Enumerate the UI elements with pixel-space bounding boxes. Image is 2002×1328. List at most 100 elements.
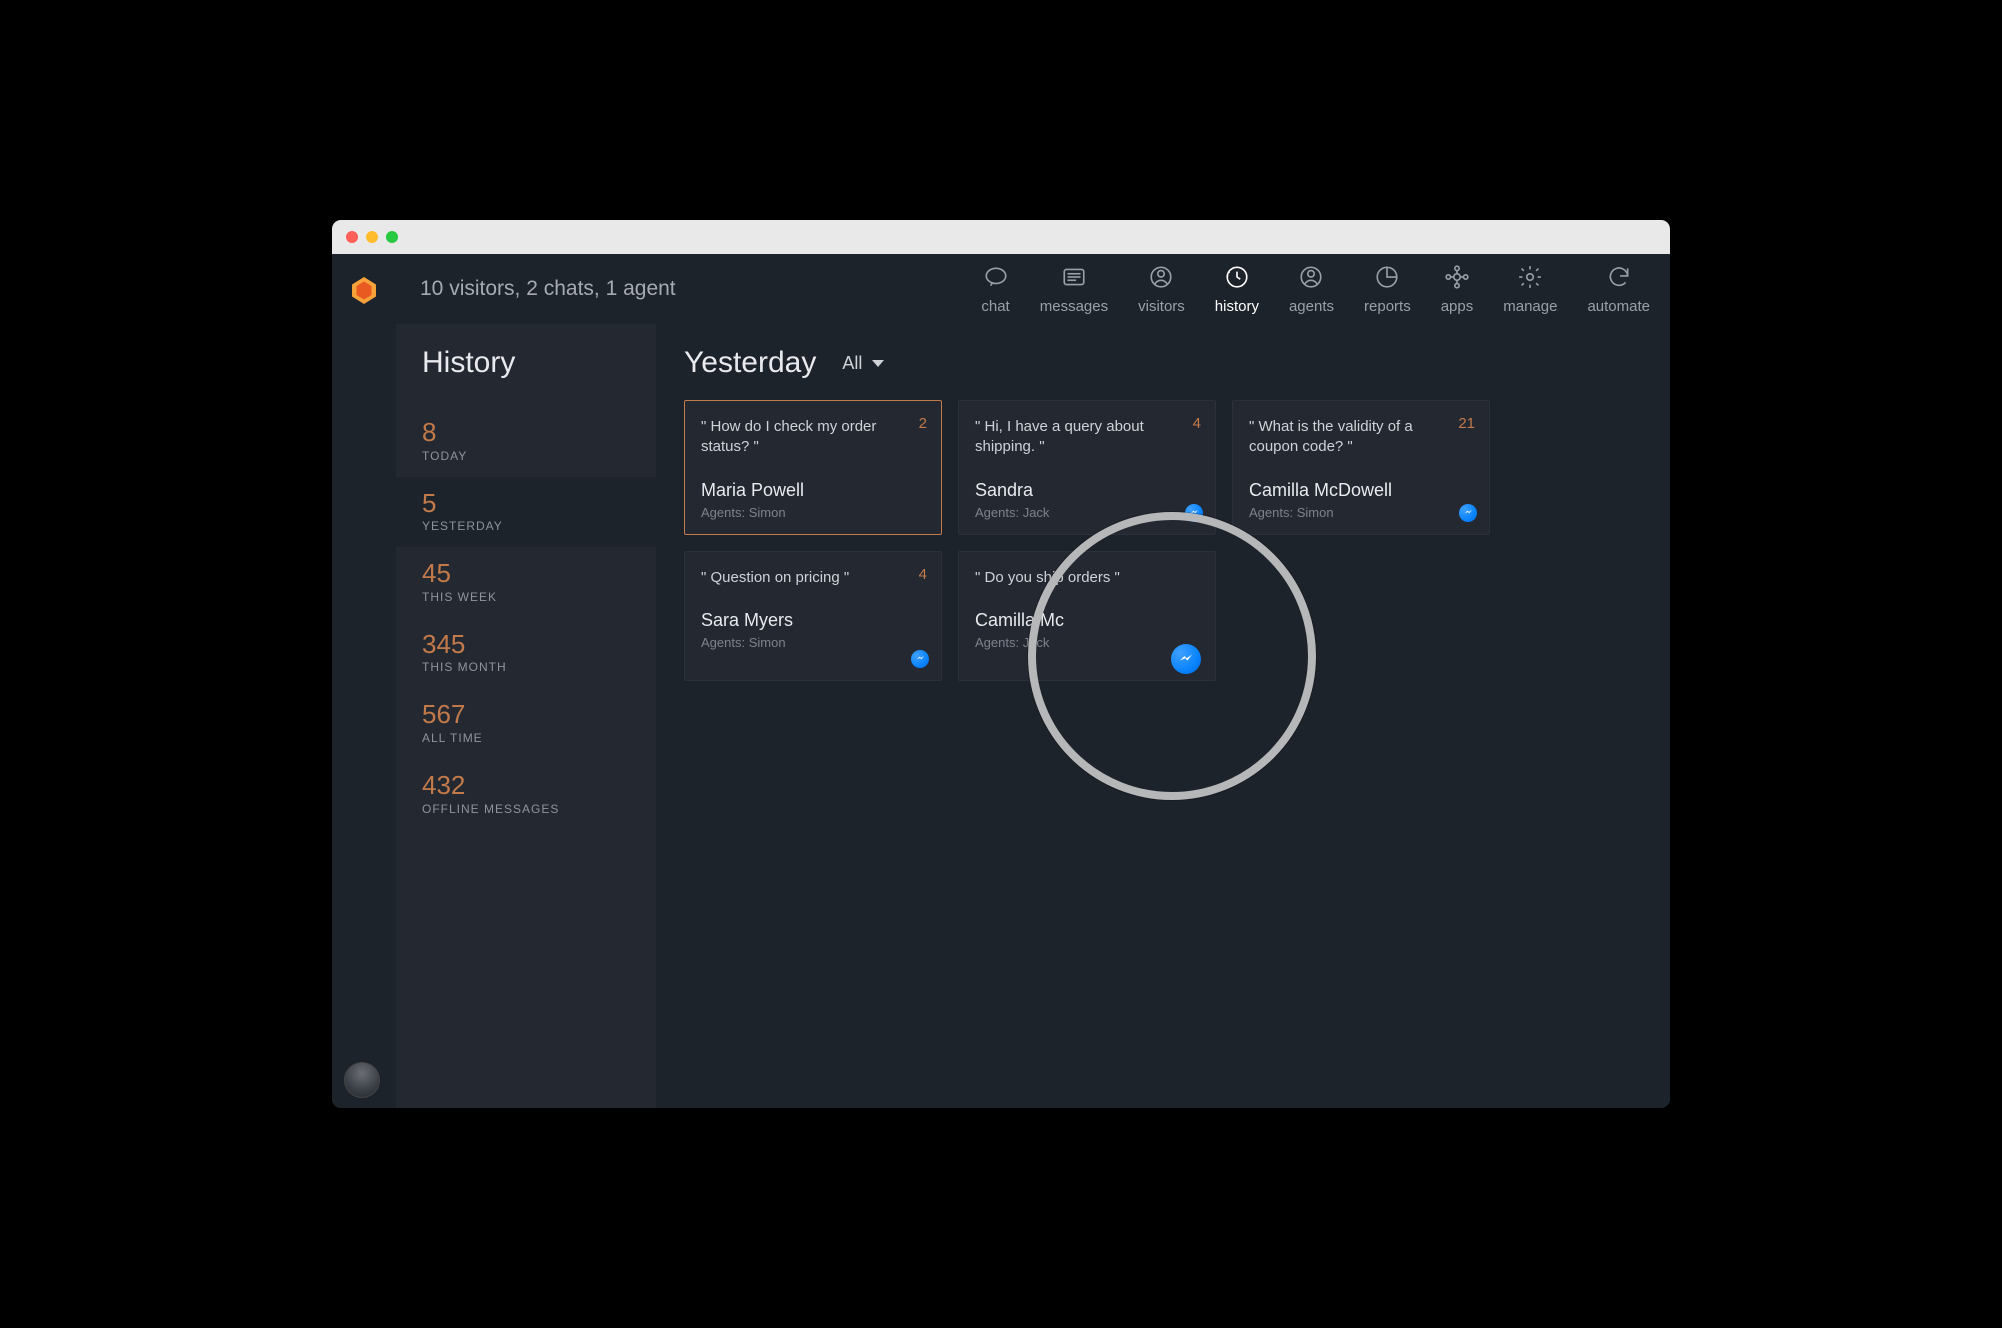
reports-icon <box>1374 264 1400 294</box>
card-visitor-name: Sandra <box>975 480 1199 501</box>
history-icon <box>1224 264 1250 294</box>
top-nav: chat messages visitors history agents reports… <box>981 264 1650 315</box>
nav-history[interactable]: history <box>1215 264 1259 315</box>
card-quote: " Question on pricing " <box>701 568 925 588</box>
fox-logo-icon <box>349 274 379 304</box>
macos-titlebar <box>332 220 1670 254</box>
chat-card[interactable]: " How do I check my order status? " 2 Ma… <box>684 400 942 535</box>
messenger-icon <box>1459 504 1477 522</box>
sidebar-count: 45 <box>422 559 630 588</box>
sidebar-count: 432 <box>422 771 630 800</box>
nav-label: agents <box>1289 298 1334 315</box>
sidebar-label: THIS WEEK <box>422 590 630 604</box>
chat-card[interactable]: " What is the validity of a coupon code?… <box>1232 400 1490 535</box>
window-minimize-button[interactable] <box>366 231 378 243</box>
card-agent: Agents: Jack <box>975 505 1199 520</box>
messenger-icon <box>1171 644 1201 674</box>
nav-label: chat <box>981 298 1009 315</box>
messages-icon <box>1061 264 1087 294</box>
apps-icon <box>1444 264 1470 294</box>
left-rail <box>332 324 396 1108</box>
nav-visitors[interactable]: visitors <box>1138 264 1185 315</box>
nav-automate[interactable]: automate <box>1587 264 1650 315</box>
card-agent: Agents: Jack <box>975 635 1199 650</box>
sidebar-item-offline-messages[interactable]: 432 OFFLINE MESSAGES <box>422 759 630 830</box>
sidebar-item-this-week[interactable]: 45 THIS WEEK <box>422 547 630 618</box>
sidebar-item-today[interactable]: 8 TODAY <box>422 406 630 477</box>
automate-icon <box>1606 264 1632 294</box>
main-header: Yesterday All <box>684 346 1642 380</box>
main-content: Yesterday All " How do I check my order … <box>656 324 1670 1108</box>
nav-label: automate <box>1587 298 1650 315</box>
visitors-icon <box>1148 264 1174 294</box>
nav-label: manage <box>1503 298 1557 315</box>
messenger-icon <box>1185 504 1203 522</box>
app-root: 10 visitors, 2 chats, 1 agent chat messag… <box>332 254 1670 1108</box>
nav-label: visitors <box>1138 298 1185 315</box>
sidebar-item-this-month[interactable]: 345THIS MONTH <box>422 618 630 689</box>
nav-label: messages <box>1040 298 1108 315</box>
card-count: 4 <box>919 566 927 583</box>
sidebar-label: TODAY <box>422 449 630 463</box>
messenger-badge <box>911 650 929 668</box>
app-window: 10 visitors, 2 chats, 1 agent chat messag… <box>331 219 1671 1109</box>
nav-chat[interactable]: chat <box>981 264 1009 315</box>
card-quote: " Do you ship orders " <box>975 568 1199 588</box>
main-title: Yesterday <box>684 346 816 380</box>
window-maximize-button[interactable] <box>386 231 398 243</box>
sidebar-item-yesterday[interactable]: 5YESTERDAY <box>396 477 656 548</box>
nav-apps[interactable]: apps <box>1441 264 1474 315</box>
card-count: 4 <box>1193 415 1201 432</box>
messenger-badge <box>1185 504 1203 522</box>
sidebar-count: 8 <box>422 418 630 447</box>
sidebar-label: OFFLINE MESSAGES <box>422 802 630 816</box>
window-close-button[interactable] <box>346 231 358 243</box>
sidebar-title: History <box>422 346 630 380</box>
messenger-icon <box>911 650 929 668</box>
sidebar-label: THIS MONTH <box>422 660 630 674</box>
sidebar-count: 345 <box>422 630 630 659</box>
nav-label: reports <box>1364 298 1411 315</box>
nav-messages[interactable]: messages <box>1040 264 1108 315</box>
chat-card[interactable]: " Question on pricing " 4 Sara Myers Age… <box>684 551 942 681</box>
agents-icon <box>1298 264 1324 294</box>
sidebar-count: 5 <box>422 489 630 518</box>
chat-card[interactable]: " Hi, I have a query about shipping. " 4… <box>958 400 1216 535</box>
nav-label: history <box>1215 298 1259 315</box>
nav-label: apps <box>1441 298 1474 315</box>
card-count: 2 <box>919 415 927 432</box>
card-visitor-name: Sara Myers <box>701 610 925 631</box>
card-visitor-name: Camilla McDowell <box>1249 480 1473 501</box>
card-agent: Agents: Simon <box>1249 505 1473 520</box>
card-visitor-name: Camilla Mc <box>975 610 1199 631</box>
nav-reports[interactable]: reports <box>1364 264 1411 315</box>
sidebar-count: 567 <box>422 700 630 729</box>
sidebar-label: ALL TIME <box>422 731 630 745</box>
filter-dropdown[interactable]: All <box>842 353 884 374</box>
nav-agents[interactable]: agents <box>1289 264 1334 315</box>
chevron-down-icon <box>872 360 884 367</box>
status-text: 10 visitors, 2 chats, 1 agent <box>396 277 676 301</box>
cards-grid: " How do I check my order status? " 2 Ma… <box>684 400 1642 681</box>
messenger-badge <box>1459 504 1477 522</box>
card-agent: Agents: Simon <box>701 635 925 650</box>
nav-manage[interactable]: manage <box>1503 264 1557 315</box>
card-quote: " How do I check my order status? " <box>701 417 925 458</box>
app-body: History 8TODAY5YESTERDAY45THIS WEEK345TH… <box>332 324 1670 1108</box>
card-quote: " What is the validity of a coupon code?… <box>1249 417 1473 458</box>
filter-label: All <box>842 353 862 374</box>
manage-icon <box>1517 264 1543 294</box>
card-agent: Agents: Simon <box>701 505 925 520</box>
card-count: 21 <box>1458 415 1475 432</box>
user-avatar[interactable] <box>344 1062 380 1098</box>
chat-icon <box>983 264 1009 294</box>
sidebar-item-all-time[interactable]: 567 ALL TIME <box>422 688 630 759</box>
messenger-badge <box>1171 644 1201 674</box>
card-quote: " Hi, I have a query about shipping. " <box>975 417 1199 458</box>
history-sidebar: History 8 TODAY 5YESTERDAY 45 THIS WEEK 345TH… <box>396 324 656 1108</box>
top-bar: 10 visitors, 2 chats, 1 agent chat messag… <box>332 254 1670 324</box>
brand-logo[interactable] <box>332 254 396 324</box>
card-visitor-name: Maria Powell <box>701 480 925 501</box>
sidebar-label: YESTERDAY <box>422 519 630 533</box>
chat-card[interactable]: " Do you ship orders " Camilla Mc Agents… <box>958 551 1216 681</box>
